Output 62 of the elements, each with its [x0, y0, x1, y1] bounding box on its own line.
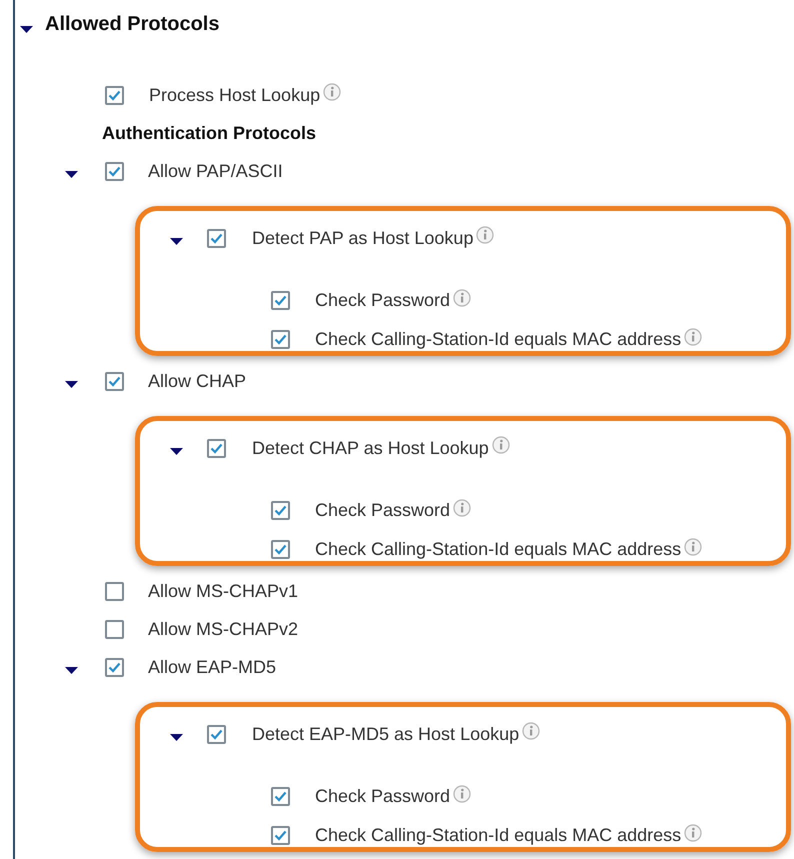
- checkbox[interactable]: [207, 228, 226, 248]
- checkbox-label: Check Password: [315, 499, 450, 522]
- checkbox[interactable]: [271, 826, 290, 845]
- checkbox[interactable]: [271, 540, 290, 559]
- checkbox-label: Allow CHAP: [148, 370, 246, 392]
- checkbox[interactable]: [105, 162, 124, 180]
- info-icon[interactable]: [453, 784, 472, 802]
- checkbox-label: Allow EAP-MD5: [148, 656, 276, 678]
- checkmark-icon: [108, 662, 121, 672]
- checkbox[interactable]: [207, 438, 226, 458]
- info-icon[interactable]: [476, 226, 494, 244]
- info-icon[interactable]: [684, 824, 702, 842]
- checkmark-icon: [274, 544, 287, 555]
- checkbox[interactable]: [105, 658, 124, 676]
- info-icon[interactable]: [323, 83, 342, 101]
- checkmark-icon: [274, 791, 287, 802]
- checkbox-label: Detect EAP-MD5 as Host Lookup: [252, 722, 520, 746]
- checkbox-label: Check Password: [315, 289, 450, 312]
- info-icon[interactable]: [492, 436, 510, 454]
- checkbox-label: Check Password: [315, 785, 450, 808]
- checkbox[interactable]: [271, 501, 290, 520]
- expand-triangle-icon[interactable]: [65, 171, 78, 178]
- info-icon[interactable]: [453, 288, 472, 306]
- checkbox[interactable]: [207, 724, 226, 744]
- checkbox[interactable]: [271, 330, 290, 349]
- expand-triangle-icon[interactable]: [170, 734, 183, 741]
- checkmark-icon: [108, 376, 121, 386]
- expand-triangle-icon[interactable]: [170, 448, 183, 455]
- checkbox-label: Detect CHAP as Host Lookup: [252, 436, 489, 460]
- checkmark-icon: [210, 232, 223, 244]
- checkmark-icon: [210, 442, 223, 454]
- info-icon[interactable]: [684, 538, 702, 556]
- checkmark-icon: [274, 505, 287, 516]
- checkmark-icon: [108, 90, 121, 100]
- checkmark-icon: [210, 728, 223, 740]
- checkbox[interactable]: [271, 787, 290, 806]
- checkbox-label: Allow MS-CHAPv2: [148, 618, 298, 640]
- checkbox-label: Check Calling-Station-Id equals MAC address: [315, 538, 682, 561]
- checkbox[interactable]: [271, 291, 290, 310]
- checkbox-label: Allow PAP/ASCII: [148, 160, 283, 182]
- checkbox-label: Check Calling-Station-Id equals MAC address: [315, 824, 682, 847]
- checkbox-label: Check Calling-Station-Id equals MAC address: [315, 328, 682, 351]
- checkmark-icon: [274, 295, 287, 306]
- info-icon[interactable]: [522, 722, 540, 740]
- checkbox-label: Detect PAP as Host Lookup: [252, 226, 474, 250]
- expand-triangle-icon[interactable]: [65, 381, 78, 388]
- info-icon[interactable]: [684, 328, 702, 346]
- subheading: Authentication Protocols: [102, 122, 316, 144]
- checkbox[interactable]: [105, 620, 124, 638]
- section-title: Allowed Protocols: [45, 12, 220, 37]
- expand-triangle-icon[interactable]: [20, 26, 33, 32]
- checkbox-label: Allow MS-CHAPv1: [148, 580, 298, 602]
- info-icon[interactable]: [453, 498, 472, 516]
- checkmark-icon: [274, 334, 287, 345]
- checkbox[interactable]: [105, 372, 124, 390]
- checkbox[interactable]: [105, 582, 124, 600]
- checkbox[interactable]: [105, 86, 124, 104]
- checkbox-label: Process Host Lookup: [149, 84, 320, 107]
- expand-triangle-icon[interactable]: [170, 238, 183, 245]
- checkmark-icon: [274, 830, 287, 841]
- checkmark-icon: [108, 166, 121, 176]
- expand-triangle-icon[interactable]: [65, 667, 78, 674]
